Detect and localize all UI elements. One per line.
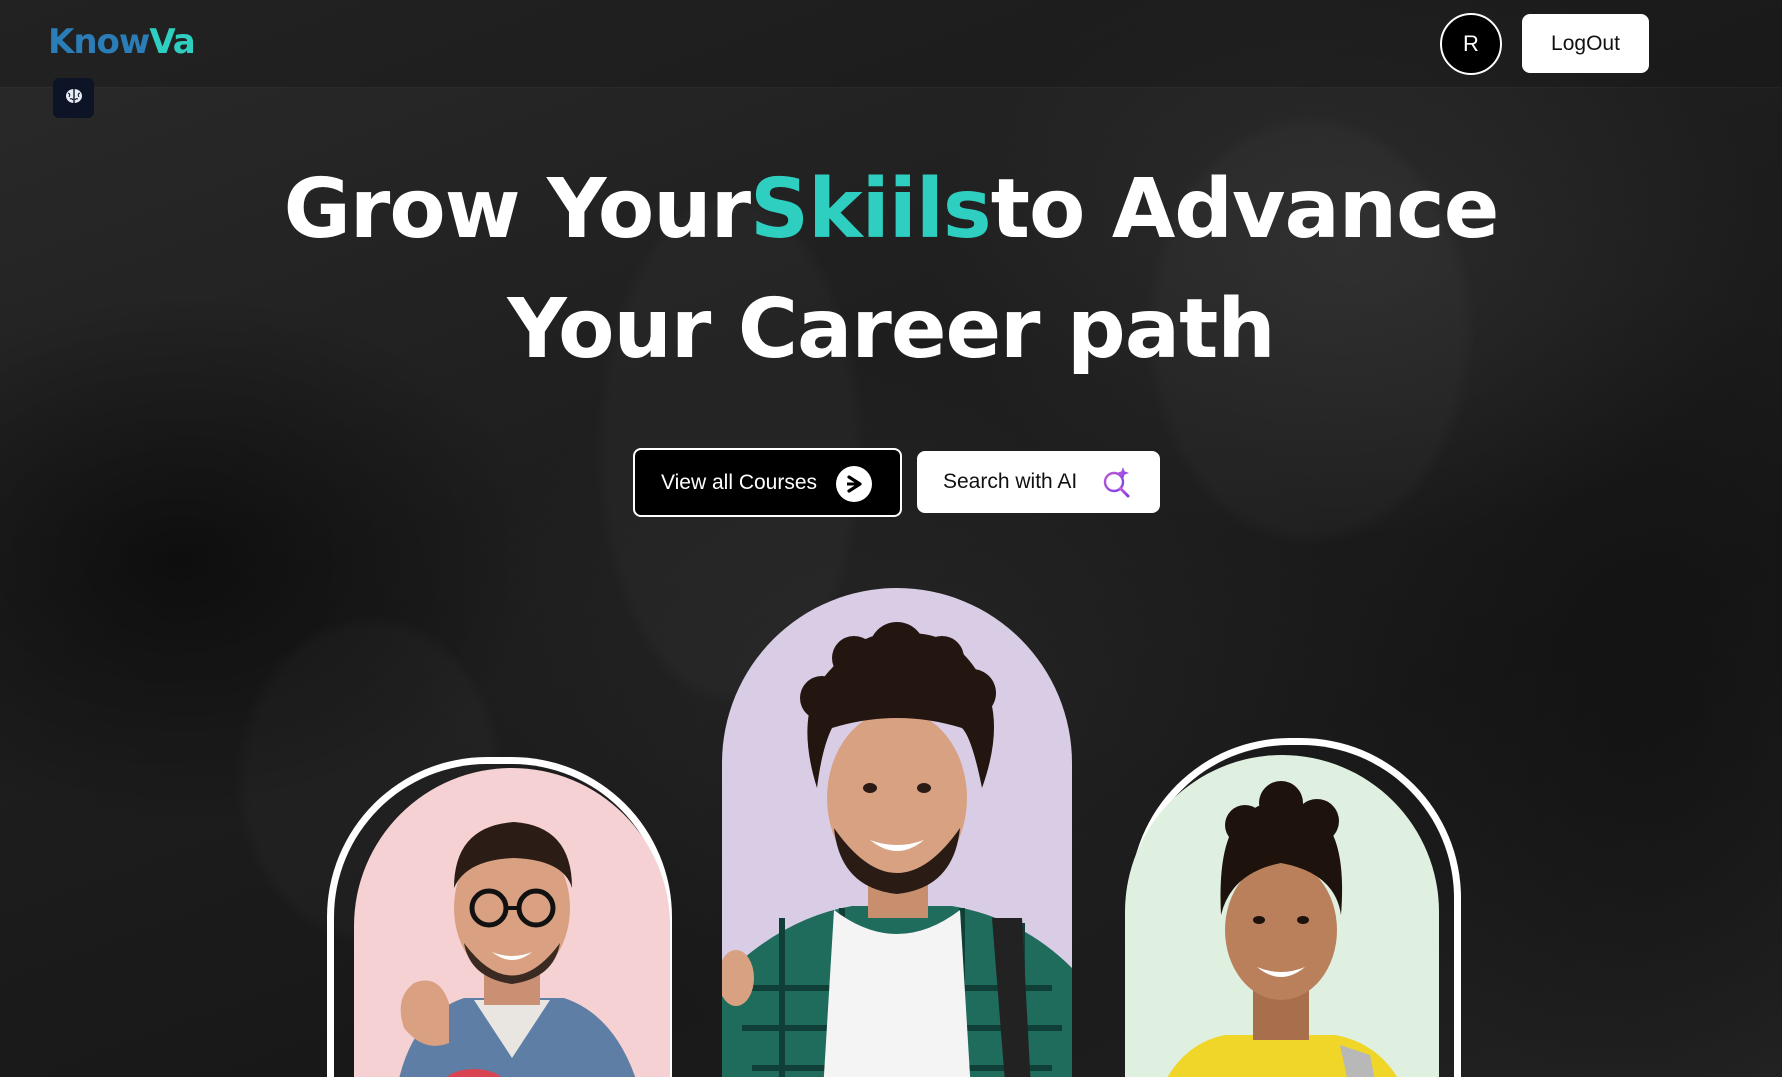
portrait-card-student-glasses [354,768,670,1077]
student-yellow-shirt-image [1167,781,1398,1077]
ai-search-sparkle-icon [1100,465,1134,505]
brand-logo[interactable]: KnowVa [48,22,196,62]
hero-accent-word: Skiils [750,162,992,257]
hero-heading-line-1: Grow YourSkiilsto Advance [0,162,1782,257]
view-all-courses-button[interactable]: View all Courses [633,448,902,517]
logo-text-va: Va [149,22,195,62]
student-curly-hair-image [722,622,1072,1077]
hero-text: Grow Your [283,162,751,257]
user-avatar[interactable]: R [1440,13,1502,75]
view-all-courses-label: View all Courses [661,470,818,494]
avatar-initial: R [1463,31,1479,56]
top-navbar: KnowVa R LogOut [0,0,1782,88]
arrow-right-circle-icon [836,466,872,502]
search-with-ai-label: Search with AI [943,470,1078,493]
search-with-ai-button[interactable]: Search with AI [917,451,1160,513]
ai-assistant-toggle[interactable] [53,78,94,118]
hero-heading-line-2: Your Career path [507,282,1275,377]
student-glasses-image [399,822,636,1077]
page: KnowVa R LogOut Grow YourSkiilsto Advanc… [0,0,1782,1077]
logout-button[interactable]: LogOut [1522,14,1649,73]
logo-text-know: Know [48,22,150,62]
hero-text: to Advance [990,162,1500,257]
portrait-card-student-curly-hair [722,588,1072,1077]
brain-icon [65,88,83,108]
portrait-card-student-yellow-shirt [1125,755,1439,1077]
